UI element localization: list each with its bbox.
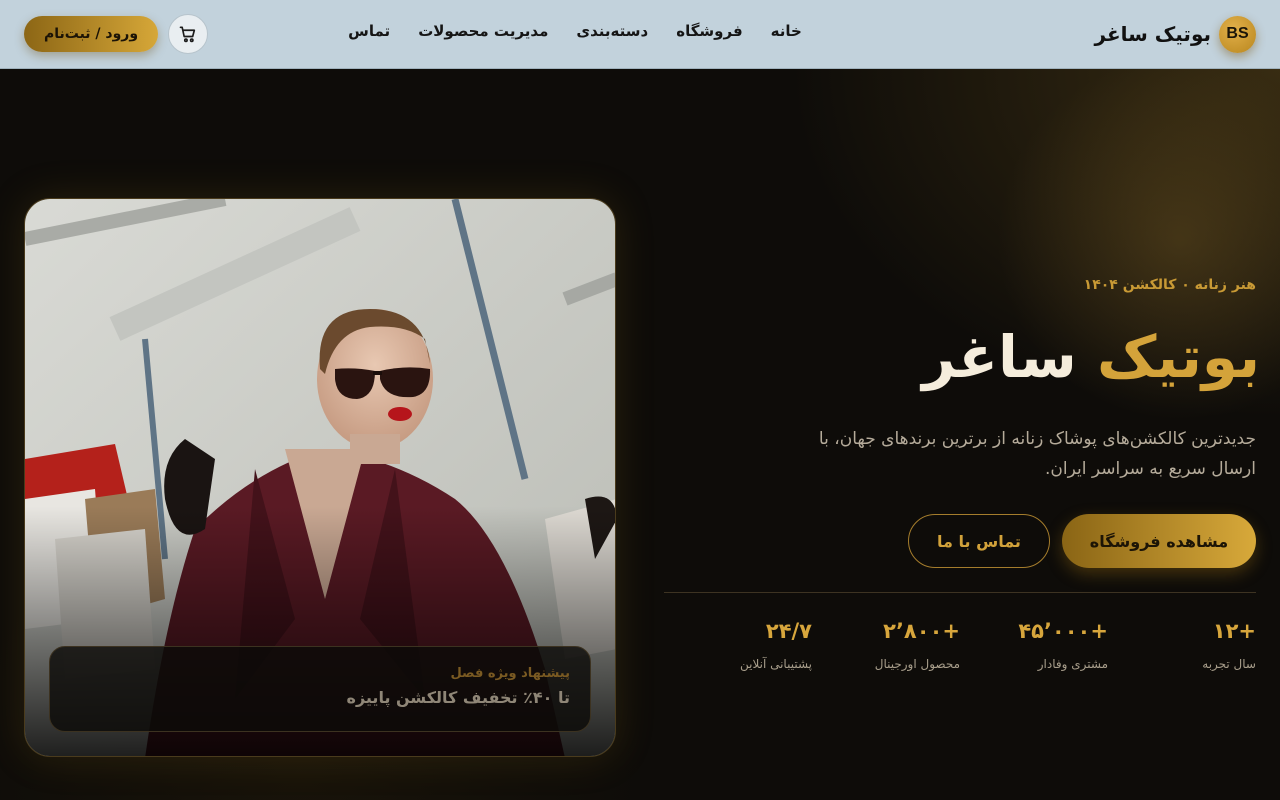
promo-tag: پیشنهاد ویژه فصل xyxy=(450,666,570,681)
hero-title-cream: ساغر xyxy=(922,323,1077,391)
contact-us-button[interactable]: تماس با ما xyxy=(908,514,1050,568)
hero-title: بوتیک ساغر xyxy=(922,317,1260,397)
hero-image-card: پیشنهاد ویژه فصل تا ۴۰٪ تخفیف کالکشن پای… xyxy=(24,198,616,757)
stat-item: +۱۲ سال تجربه xyxy=(1108,619,1256,671)
hero-title-gold: بوتیک xyxy=(1097,323,1260,391)
hero-section: هنر زنانه ۰ کالکشن ۱۴۰۴ بوتیک ساغر جدیدت… xyxy=(0,69,1280,800)
stat-label: سال تجربه xyxy=(1202,657,1256,671)
stats-divider xyxy=(664,592,1256,593)
stat-value: ۲۴/۷ xyxy=(765,619,812,643)
stat-item: ۲۴/۷ پشتیبانی آنلاین xyxy=(664,619,812,671)
stats-row: +۱۲ سال تجربه +۴۵٬۰۰۰ مشتری وفادار +۲٬۸۰… xyxy=(664,619,1256,671)
view-shop-button[interactable]: مشاهده فروشگاه xyxy=(1062,514,1256,568)
stat-label: مشتری وفادار xyxy=(1037,657,1108,671)
nav-item-home[interactable]: خانه xyxy=(771,22,802,40)
stat-item: +۲٬۸۰۰ محصول اورجینال xyxy=(812,619,960,671)
cart-icon xyxy=(179,26,196,43)
login-signup-button[interactable]: ورود / ثبت‌نام xyxy=(24,16,158,52)
nav-item-contact[interactable]: تماس xyxy=(348,22,390,40)
nav-item-product-management[interactable]: مدیریت محصولات xyxy=(418,22,548,40)
stat-value: +۲٬۸۰۰ xyxy=(883,619,960,643)
stat-value: +۱۲ xyxy=(1212,619,1256,643)
promo-card[interactable]: پیشنهاد ویژه فصل تا ۴۰٪ تخفیف کالکشن پای… xyxy=(49,646,591,732)
hero-eyebrow: هنر زنانه ۰ کالکشن ۱۴۰۴ xyxy=(1083,277,1256,293)
nav-item-categories[interactable]: دسته‌بندی xyxy=(576,22,648,40)
hero-description: جدیدترین کالکشن‌های پوشاک زنانه از برتری… xyxy=(818,429,1256,479)
stat-item: +۴۵٬۰۰۰ مشتری وفادار xyxy=(960,619,1108,671)
cart-button[interactable] xyxy=(168,14,208,54)
stat-label: محصول اورجینال xyxy=(874,657,960,671)
stat-value: +۴۵٬۰۰۰ xyxy=(1018,619,1108,643)
promo-text: تا ۴۰٪ تخفیف کالکشن پاییزه xyxy=(346,688,571,707)
stat-label: پشتیبانی آنلاین xyxy=(739,657,812,671)
site-header: BS بوتیک ساغر خانه فروشگاه دسته‌بندی مدی… xyxy=(0,0,1280,69)
nav-item-shop[interactable]: فروشگاه xyxy=(676,22,742,40)
